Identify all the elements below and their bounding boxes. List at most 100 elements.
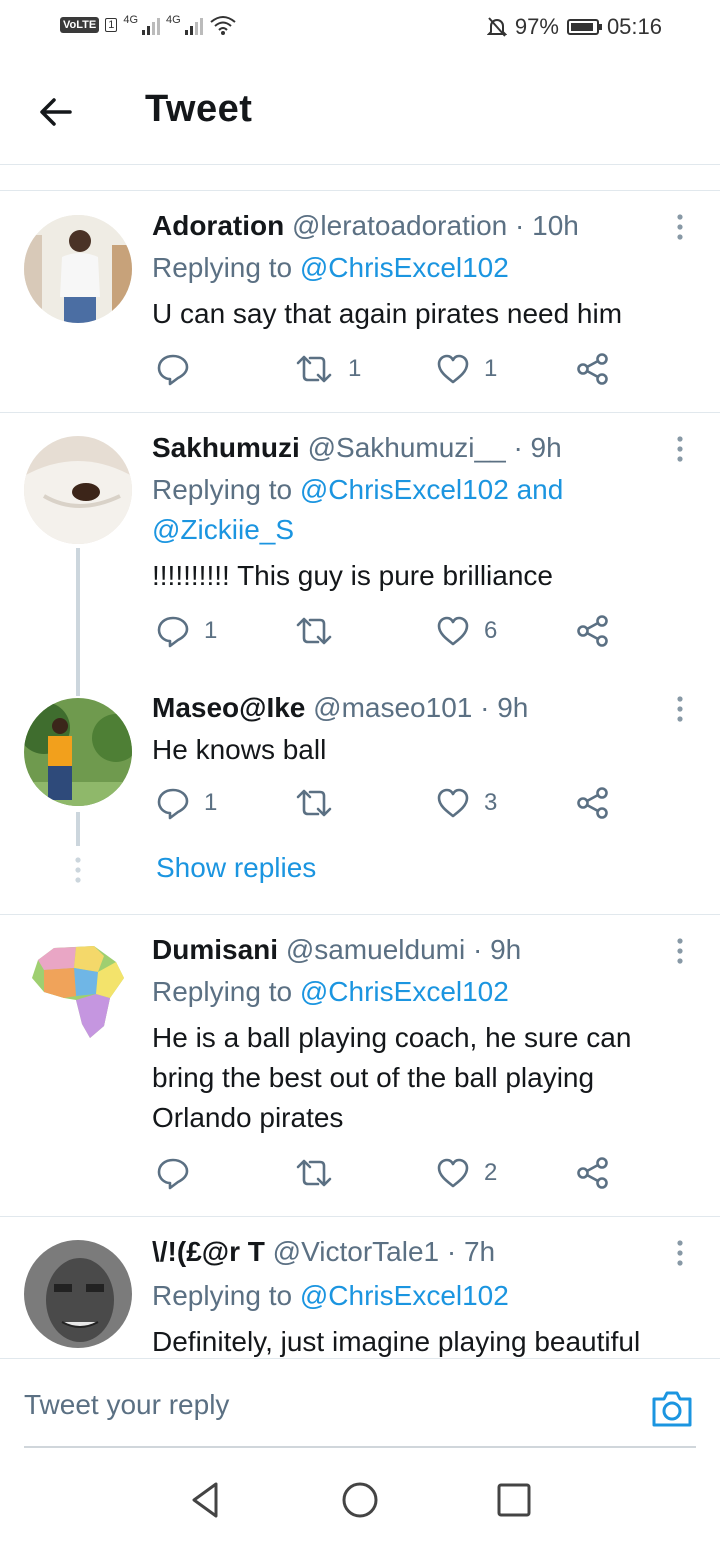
- tweet-reply[interactable]: \/!(£@r T @VictorTale1 · 7h Replying to …: [0, 1216, 720, 1358]
- reply-composer: Tweet your reply: [0, 1358, 720, 1451]
- like-icon: [437, 616, 469, 646]
- more-icon[interactable]: [670, 212, 690, 242]
- like-icon: [437, 788, 469, 818]
- retweet-button[interactable]: [294, 614, 348, 648]
- retweet-icon: [296, 789, 332, 817]
- camera-icon[interactable]: [650, 1389, 694, 1429]
- reply-icon: [157, 354, 189, 386]
- like-button[interactable]: 6: [436, 614, 497, 648]
- tweet-text: U can say that again pirates need him: [152, 298, 623, 329]
- replying-to: Replying to @ChrisExcel102: [152, 972, 682, 1012]
- replying-user-link[interactable]: @ChrisExcel102: [300, 976, 509, 1007]
- replying-to: Replying to @ChrisExcel102: [152, 248, 682, 288]
- share-button[interactable]: [576, 786, 610, 820]
- more-icon[interactable]: [670, 434, 690, 464]
- avatar-image: [24, 215, 132, 323]
- more-icon[interactable]: [670, 1238, 690, 1268]
- reply-count: 1: [204, 789, 218, 816]
- like-button[interactable]: 1: [436, 352, 497, 386]
- show-replies-link[interactable]: Show replies: [156, 852, 316, 884]
- tweet-reply[interactable]: Sakhumuzi @Sakhumuzi__ · 9h Replying to …: [0, 412, 720, 696]
- avatar[interactable]: [24, 698, 132, 806]
- author-handle[interactable]: @VictorTale1: [273, 1236, 439, 1267]
- author-name[interactable]: Adoration: [152, 210, 284, 241]
- avatar[interactable]: [24, 436, 132, 544]
- retweet-icon: [296, 355, 332, 383]
- tweet-time: · 7h: [446, 1236, 496, 1267]
- reply-input[interactable]: Tweet your reply: [24, 1389, 229, 1421]
- like-button[interactable]: 3: [436, 786, 497, 820]
- tweet-reply[interactable]: Maseo@Ike @maseo101 · 9h He knows ball 1…: [0, 682, 720, 846]
- status-bar: VoLTE 1 4G 4G 97% 05:16: [0, 0, 720, 56]
- signal-icon: [142, 15, 161, 35]
- reply-button[interactable]: 1: [156, 786, 217, 820]
- back-arrow-icon[interactable]: [36, 92, 76, 132]
- page-title: Tweet: [145, 88, 253, 130]
- status-left: VoLTE 1 4G 4G: [60, 14, 237, 36]
- replying-label: Replying to: [152, 474, 293, 505]
- network-type-2: 4G: [166, 14, 181, 26]
- battery-percent: 97%: [514, 14, 559, 39]
- nav-home-icon[interactable]: [340, 1480, 380, 1520]
- tweet-reply[interactable]: Adoration @leratoadoration · 10h Replyin…: [0, 190, 720, 412]
- reply-icon: [157, 1158, 189, 1190]
- reply-count: 1: [204, 617, 218, 644]
- nav-back-icon[interactable]: [186, 1480, 226, 1520]
- volte-badge: VoLTE: [60, 17, 100, 33]
- wifi-icon: [210, 16, 236, 35]
- sim-indicator: 1: [105, 18, 118, 32]
- replying-user-link[interactable]: @ChrisExcel102: [300, 1280, 509, 1311]
- avatar[interactable]: [24, 938, 132, 1046]
- like-button[interactable]: 2: [436, 1156, 497, 1190]
- reply-button[interactable]: [156, 352, 204, 386]
- author-name[interactable]: Maseo@Ike: [152, 692, 305, 723]
- reply-icon: [157, 788, 189, 820]
- reply-button[interactable]: [156, 1156, 204, 1190]
- like-count: 1: [484, 355, 498, 382]
- share-button[interactable]: [576, 614, 610, 648]
- author-name[interactable]: Dumisani: [152, 934, 278, 965]
- retweet-button[interactable]: 1: [294, 352, 361, 386]
- share-icon: [577, 787, 608, 819]
- replying-user-link[interactable]: @ChrisExcel102: [300, 252, 509, 283]
- avatar-image: [24, 1240, 132, 1348]
- avatar[interactable]: [24, 215, 132, 323]
- avatar-image: [24, 698, 132, 806]
- reply-button[interactable]: 1: [156, 614, 217, 648]
- share-button[interactable]: [576, 352, 610, 386]
- more-icon[interactable]: [670, 694, 690, 724]
- thread-more-dots-icon: [75, 857, 81, 883]
- author-handle[interactable]: @samueldumi: [286, 934, 465, 965]
- share-icon: [577, 615, 608, 647]
- retweet-button[interactable]: [294, 786, 348, 820]
- author-handle[interactable]: @maseo101: [313, 692, 472, 723]
- retweet-icon: [296, 1159, 332, 1187]
- replying-label: Replying to: [152, 1280, 293, 1311]
- author-name[interactable]: Sakhumuzi: [152, 432, 300, 463]
- retweet-icon: [296, 617, 332, 645]
- signal-icon-2: [184, 15, 203, 35]
- tweet-reply[interactable]: Dumisani @samueldumi · 9h Replying to @C…: [0, 914, 720, 1216]
- share-button[interactable]: [576, 1156, 610, 1190]
- replying-to: Replying to @ChrisExcel102: [152, 1276, 682, 1316]
- tweet-meta: \/!(£@r T @VictorTale1 · 7h: [152, 1236, 495, 1268]
- author-handle[interactable]: @leratoadoration: [292, 210, 507, 241]
- tweet-time: · 10h: [515, 210, 579, 241]
- clock: 05:16: [606, 14, 662, 39]
- more-icon[interactable]: [670, 936, 690, 966]
- like-count: 2: [484, 1159, 498, 1186]
- author-name[interactable]: \/!(£@r T: [152, 1236, 265, 1267]
- author-handle[interactable]: @Sakhumuzi__: [308, 432, 506, 463]
- tweet-time: · 9h: [472, 934, 522, 965]
- like-count: 3: [484, 789, 498, 816]
- replying-label: Replying to: [152, 252, 293, 283]
- replying-label: Replying to: [152, 976, 293, 1007]
- retweet-button[interactable]: [294, 1156, 348, 1190]
- nav-recents-icon[interactable]: [494, 1480, 534, 1520]
- thread-connector: [76, 812, 80, 846]
- avatar-image: [24, 938, 132, 1046]
- tweet-time: · 9h: [480, 692, 529, 723]
- avatar[interactable]: [24, 1240, 132, 1348]
- avatar-image: [24, 436, 132, 544]
- like-icon: [437, 354, 469, 384]
